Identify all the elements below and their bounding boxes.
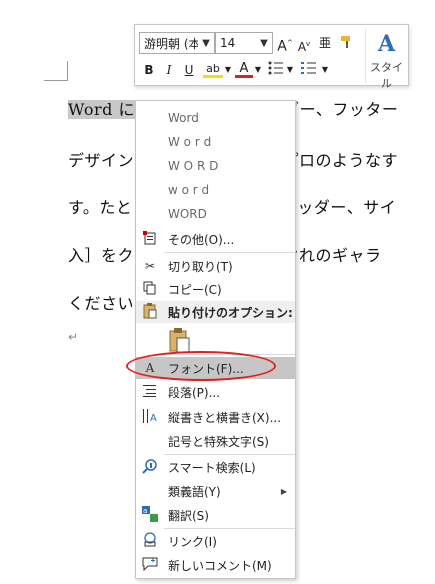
chevron-down-icon[interactable]: ▼	[286, 61, 294, 79]
menu-item-symbols[interactable]: 記号と特殊文字(S)	[136, 430, 295, 452]
menu-item-thesaurus[interactable]: 類義語(Y) ▶	[136, 480, 295, 502]
shrink-font-button[interactable]: Av	[296, 35, 312, 56]
menu-item-smart-lookup[interactable]: スマート検索(L)	[136, 456, 295, 478]
bullets-icon	[268, 61, 283, 75]
menu-item-word-lower-spaced[interactable]: w o r d	[136, 179, 295, 201]
font-size-combo[interactable]: 14 ▼	[215, 32, 273, 54]
menu-item-word-spaced[interactable]: W o r d	[136, 131, 295, 153]
link-icon	[136, 531, 164, 551]
chevron-down-icon[interactable]: ▼	[254, 61, 262, 79]
menu-item-translate[interactable]: a 翻訳(S)	[136, 504, 295, 526]
cut-icon: ✂	[144, 259, 156, 273]
grow-font-button[interactable]: A^	[277, 34, 293, 56]
highlight-button[interactable]: ab	[203, 59, 223, 78]
paragraph-mark: ↵	[68, 330, 79, 344]
line-text: ください	[68, 294, 135, 313]
mini-toolbar: 游明朝 (本 ▼ 14 ▼ A^ Av 亜 B I U ab ▼ A ▼ ▼ ▼…	[134, 24, 409, 90]
paragraph-icon	[136, 384, 164, 401]
menu-item-text-direction[interactable]: A 縦書きと横書き(X)...	[136, 406, 295, 428]
numbering-icon	[301, 62, 316, 74]
font-name-value: 游明朝 (本	[144, 36, 198, 51]
chevron-down-icon[interactable]: ▼	[224, 61, 232, 79]
menu-item-paste-options: 貼り付けのオプション:	[136, 301, 295, 323]
bold-button[interactable]: B	[141, 61, 157, 79]
menu-item-word[interactable]: Word	[136, 107, 295, 129]
menu-separator	[164, 528, 295, 529]
phonetic-guide-button[interactable]: 亜	[317, 34, 333, 52]
font-color-button[interactable]: A	[235, 59, 253, 78]
chevron-down-icon[interactable]: ▼	[198, 38, 214, 49]
font-name-combo[interactable]: 游明朝 (本 ▼	[139, 32, 215, 54]
style-icon: A	[377, 31, 396, 57]
paste-option-icon	[169, 328, 190, 353]
svg-text:A: A	[150, 413, 157, 424]
menu-item-copy[interactable]: コピー(C)	[136, 278, 295, 300]
paste-icon	[136, 302, 164, 322]
menu-item-new-comment[interactable]: 新しいコメント(M)	[136, 554, 295, 576]
text-direction-icon: A	[136, 408, 164, 427]
menu-item-more[interactable]: その他(O)...	[136, 228, 295, 250]
highlight-color-bar	[203, 75, 223, 78]
bullets-button[interactable]	[267, 61, 285, 80]
submenu-arrow-icon: ▶	[280, 486, 287, 496]
context-menu: Word W o r d W O R D w o r d WORD その他(O)…	[135, 100, 296, 579]
highlight-ellipse-annotation	[126, 351, 276, 381]
document-line-5[interactable]: ください	[68, 290, 134, 314]
menu-item-link[interactable]: リンク(I)	[136, 530, 295, 552]
smart-lookup-icon	[136, 458, 164, 477]
translate-icon: a	[136, 505, 164, 525]
italic-button[interactable]: I	[161, 61, 177, 79]
svg-text:a: a	[143, 507, 147, 515]
format-painter-button[interactable]	[338, 34, 356, 55]
menu-item-paragraph[interactable]: 段落(P)...	[136, 381, 295, 403]
font-size-value: 14	[220, 36, 236, 50]
copy-icon	[136, 281, 164, 298]
comment-icon	[136, 557, 164, 574]
more-icon	[136, 230, 164, 248]
underline-button[interactable]: U	[181, 61, 197, 79]
chevron-down-icon[interactable]: ▼	[256, 38, 272, 49]
style-label: スタイル	[370, 61, 403, 90]
menu-item-cut[interactable]: ✂ 切り取り(T)	[136, 255, 295, 277]
chevron-down-icon[interactable]: ▼	[321, 61, 329, 79]
numbering-button[interactable]	[300, 61, 318, 80]
menu-separator	[164, 252, 295, 253]
styles-button[interactable]: A スタイル	[365, 29, 407, 90]
margin-corner-mark	[44, 61, 68, 81]
menu-item-word-upper-spaced[interactable]: W O R D	[136, 155, 295, 177]
menu-separator	[164, 454, 295, 455]
paste-keep-text-only-button[interactable]	[168, 327, 192, 353]
format-painter-icon	[341, 36, 350, 48]
menu-item-word-upper[interactable]: WORD	[136, 203, 295, 225]
